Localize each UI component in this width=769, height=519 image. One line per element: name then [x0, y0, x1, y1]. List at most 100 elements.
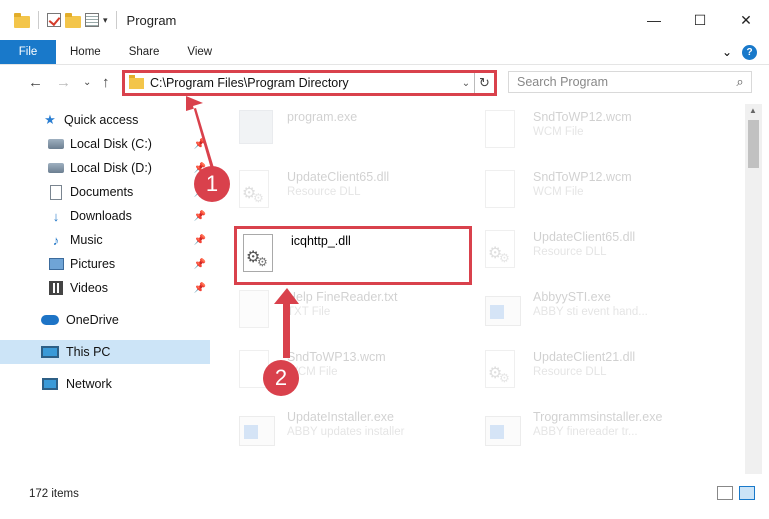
exe-icon — [485, 416, 521, 446]
sidebar-item-label: OneDrive — [66, 313, 119, 327]
sidebar-item-local-disk-d[interactable]: Local Disk (D:) 📌 — [0, 156, 210, 180]
file-name: icqhttp_.dll — [291, 234, 351, 248]
search-box[interactable]: Search Program ⌕ — [508, 71, 752, 93]
tab-file[interactable]: File — [0, 40, 56, 64]
toolbar-divider — [38, 11, 39, 29]
refresh-button[interactable]: ↻ — [474, 73, 494, 93]
file-name: UpdateClient21.dll — [533, 350, 636, 364]
maximize-button[interactable]: ☐ — [677, 0, 723, 40]
sidebar-item-videos[interactable]: Videos 📌 — [0, 276, 210, 300]
close-button[interactable]: ✕ — [723, 0, 769, 40]
sidebar-item-onedrive[interactable]: OneDrive — [0, 308, 210, 332]
sidebar-item-documents[interactable]: Documents 📌 — [0, 180, 210, 204]
file-name: UpdateClient65.dll — [287, 170, 390, 184]
sidebar-item-label: Downloads — [70, 209, 132, 223]
list-item[interactable]: program.exe — [233, 104, 478, 160]
setup-icon — [239, 110, 273, 144]
sidebar-item-network[interactable]: Network — [0, 372, 210, 396]
tab-home[interactable]: Home — [56, 40, 115, 64]
pin-icon[interactable]: 📌 — [194, 283, 206, 294]
file-name: Help FineReader.txt — [287, 290, 398, 304]
forward-button[interactable]: → — [56, 74, 71, 91]
file-type: TXT File — [287, 306, 331, 318]
dll-icon — [485, 230, 515, 268]
disk-icon — [48, 139, 64, 149]
tab-share[interactable]: Share — [115, 40, 174, 64]
scroll-thumb[interactable] — [748, 120, 759, 168]
details-view-icon[interactable] — [717, 486, 733, 500]
list-item[interactable]: UpdateInstaller.exe ABBY updates installe… — [233, 404, 478, 460]
toolbar-divider — [115, 11, 117, 29]
list-item[interactable]: SndToWP12.wcm WCM File — [479, 104, 724, 160]
file-list: program.exe SndToWP12.wcm WCM File Update… — [233, 104, 745, 474]
properties-check-icon[interactable] — [47, 13, 61, 27]
scroll-up-arrow-icon[interactable]: ▲ — [749, 106, 757, 115]
star-icon: ★ — [44, 112, 56, 127]
new-folder-icon[interactable] — [65, 13, 81, 28]
file-type: WCM File — [533, 186, 584, 198]
tab-view[interactable]: View — [173, 40, 226, 64]
help-icon[interactable]: ? — [742, 44, 757, 60]
videos-icon — [49, 281, 63, 295]
large-icons-view-icon[interactable] — [739, 486, 755, 500]
folder-icon — [129, 74, 144, 89]
file-name: SndToWP13.wcm — [287, 350, 386, 364]
file-type: Resource DLL — [533, 366, 607, 378]
customize-toolbar-chevron-icon[interactable]: ▾ — [103, 15, 108, 26]
file-type: WCM File — [287, 366, 338, 378]
list-item[interactable]: UpdateClient21.dll Resource DLL — [479, 344, 724, 400]
file-name: AbbyySTI.exe — [533, 290, 611, 304]
sidebar-item-label: Network — [66, 377, 112, 391]
list-item[interactable]: UpdateClient65.dll Resource DLL — [479, 224, 724, 280]
pin-icon[interactable]: 📌 — [194, 211, 206, 222]
list-item[interactable]: AbbyySTI.exe ABBY sti event hand... — [479, 284, 724, 340]
list-item[interactable]: SndToWP12.wcm WCM File — [479, 164, 724, 220]
list-item[interactable]: UpdateClient65.dll Resource DLL — [233, 164, 478, 220]
recent-locations-chevron-icon[interactable]: ⌄ — [83, 77, 91, 88]
sidebar-item-this-pc[interactable]: This PC — [0, 340, 210, 364]
sidebar-item-label: This PC — [66, 345, 111, 359]
list-item-icqhttp-dll[interactable]: icqhttp_.dll — [237, 228, 482, 284]
annotation-badge-1: 1 — [194, 166, 230, 202]
quick-access-toolbar: ▾ — [0, 0, 121, 40]
back-button[interactable]: ← — [28, 74, 43, 91]
file-name: UpdateInstaller.exe — [287, 410, 395, 424]
sidebar-item-quick-access[interactable]: ★ Quick access — [0, 108, 210, 132]
sidebar-item-pictures[interactable]: Pictures 📌 — [0, 252, 210, 276]
sidebar-item-downloads[interactable]: ↓ Downloads 📌 — [0, 204, 210, 228]
folder-icon — [14, 13, 30, 28]
sidebar-item-label: Local Disk (D:) — [70, 161, 152, 175]
item-count: 172 items — [29, 488, 79, 500]
file-name: SndToWP12.wcm — [533, 170, 632, 184]
view-toggle — [717, 486, 755, 500]
document-icon — [50, 184, 62, 200]
minimize-button[interactable]: — — [631, 0, 677, 40]
status-bar: 172 items — [0, 482, 769, 506]
address-dropdown-chevron-icon[interactable]: ⌄ — [458, 78, 474, 89]
file-name: program.exe — [287, 110, 358, 124]
address-bar[interactable]: C:\Program Files\Program Directory ⌄ ↻ — [122, 70, 497, 96]
search-input[interactable]: Search Program — [517, 75, 729, 89]
exe-icon — [485, 296, 521, 326]
list-item[interactable]: Help FineReader.txt TXT File — [233, 284, 478, 340]
sidebar-item-music[interactable]: ♪ Music 📌 — [0, 228, 210, 252]
pin-icon[interactable]: 📌 — [194, 259, 206, 270]
expand-ribbon-chevron-icon[interactable]: ⌄ — [722, 45, 732, 59]
file-name: SndToWP12.wcm — [533, 110, 632, 124]
dll-icon — [485, 350, 515, 388]
sidebar-item-label: Local Disk (C:) — [70, 137, 152, 151]
file-name: Trogrammsinstaller.exe — [533, 410, 663, 424]
annotation-badge-2: 2 — [263, 360, 299, 396]
properties-icon[interactable] — [85, 13, 99, 27]
address-path[interactable]: C:\Program Files\Program Directory — [150, 76, 458, 90]
vertical-scrollbar[interactable]: ▲ — [745, 104, 762, 474]
sidebar-item-label: Music — [70, 233, 103, 247]
exe-icon — [239, 416, 275, 446]
up-button[interactable]: ↑ — [102, 74, 110, 91]
pin-icon[interactable]: 📌 — [194, 139, 206, 150]
list-item[interactable]: Trogrammsinstaller.exe ABBY finereader tr… — [479, 404, 724, 460]
sidebar-item-local-disk-c[interactable]: Local Disk (C:) 📌 — [0, 132, 210, 156]
ribbon-right-controls: ⌄ ? — [722, 40, 769, 64]
pin-icon[interactable]: 📌 — [194, 235, 206, 246]
search-icon[interactable]: ⌕ — [729, 74, 751, 90]
